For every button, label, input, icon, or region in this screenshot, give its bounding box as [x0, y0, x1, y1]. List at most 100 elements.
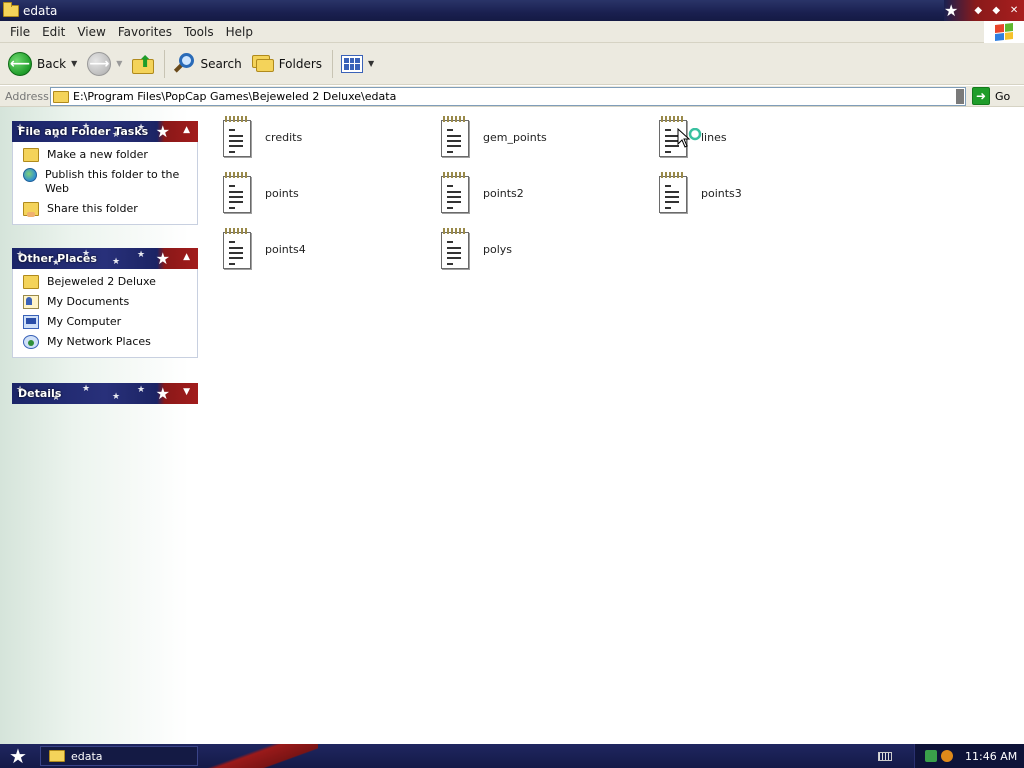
search-button[interactable]: Search [173, 48, 242, 80]
network-places-icon [23, 335, 39, 349]
file-name: points3 [701, 186, 742, 200]
place-bejeweled[interactable]: Bejeweled 2 Deluxe [23, 275, 189, 289]
forward-arrow-icon: ⟶ [87, 51, 112, 76]
close-button[interactable]: ✕ [1008, 5, 1020, 17]
views-dropdown-icon[interactable]: ▼ [368, 59, 374, 68]
forward-button[interactable]: ⟶ ▼ [87, 48, 122, 80]
address-dropdown-button[interactable] [956, 89, 964, 104]
menu-edit[interactable]: Edit [36, 25, 71, 39]
expand-chevron-icon[interactable]: ▼ [183, 387, 190, 397]
details-panel: ★ ★ ★ ★ ★ Details ★ ▼ [12, 383, 198, 404]
other-places-body: Bejeweled 2 Deluxe My Documents My Compu… [12, 269, 198, 358]
file-name: points2 [483, 186, 524, 200]
new-folder-icon [23, 148, 39, 162]
maximize-button[interactable]: ◆ [990, 5, 1002, 17]
star-icon: ★ [155, 384, 170, 403]
folder-icon [3, 1, 19, 17]
task-share-folder[interactable]: Share this folder [23, 202, 189, 217]
taskbar-window-label: edata [71, 749, 103, 763]
my-computer-icon [23, 315, 39, 329]
share-folder-icon [23, 202, 39, 217]
keyboard-icon[interactable] [878, 752, 892, 761]
menu-file[interactable]: File [4, 25, 36, 39]
file-name: credits [265, 130, 303, 144]
taskbar: ★ edata 11:46 AM [0, 744, 1024, 768]
views-icon [341, 54, 364, 73]
back-button[interactable]: ⟵ Back ▼ [8, 48, 77, 80]
task-make-new-folder[interactable]: Make a new folder [23, 148, 189, 162]
back-arrow-icon: ⟵ [8, 51, 32, 76]
collapse-chevron-icon[interactable]: ▲ [183, 125, 190, 135]
folders-button[interactable]: Folders [251, 48, 323, 80]
file-item-polys[interactable]: polys [428, 225, 638, 273]
menu-help[interactable]: Help [220, 25, 259, 39]
network-tray-icon[interactable] [925, 750, 937, 762]
file-name: polys [483, 242, 513, 256]
details-header[interactable]: ★ ★ ★ ★ ★ Details ★ ▼ [12, 383, 198, 404]
system-tray: 11:46 AM [914, 744, 1024, 768]
start-button[interactable]: ★ [0, 744, 36, 768]
taskbar-window-button[interactable]: edata [40, 746, 198, 766]
forward-dropdown-icon[interactable]: ▼ [116, 59, 122, 68]
minimize-button[interactable]: ◆ [972, 5, 984, 17]
notepad-file-icon [222, 115, 252, 159]
place-label: My Network Places [47, 335, 151, 348]
place-my-network[interactable]: My Network Places [23, 335, 189, 349]
task-label: Publish this folder to the Web [45, 168, 180, 195]
folders-icon [251, 54, 274, 73]
address-input[interactable]: E:\Program Files\PopCap Games\Bejeweled … [50, 87, 966, 106]
folder-icon [49, 750, 65, 762]
panel-title: Details [18, 387, 62, 400]
star-icon: ★ [155, 122, 170, 141]
folder-icon [23, 275, 39, 289]
folder-up-icon: ⬆ [132, 52, 155, 74]
other-places-header[interactable]: ★ ★ ★ ★ ★ Other Places ★ ▲ [12, 248, 198, 269]
file-item-points2[interactable]: points2 [428, 169, 638, 217]
file-name: lines [701, 130, 727, 144]
place-my-computer[interactable]: My Computer [23, 315, 189, 329]
file-name: gem_points [483, 130, 547, 144]
file-item-gem-points[interactable]: gem_points [428, 113, 638, 161]
menu-favorites[interactable]: Favorites [112, 25, 178, 39]
file-item-points[interactable]: points [210, 169, 420, 217]
clock[interactable]: 11:46 AM [965, 750, 1017, 763]
address-bar: Address E:\Program Files\PopCap Games\Be… [0, 86, 1024, 107]
up-button[interactable]: ⬆ [132, 48, 155, 80]
back-dropdown-icon[interactable]: ▼ [71, 59, 77, 68]
busy-cursor-icon [677, 128, 702, 148]
my-documents-icon [23, 295, 39, 309]
folders-label: Folders [278, 56, 323, 71]
notepad-file-icon [440, 171, 470, 215]
menu-view[interactable]: View [71, 25, 111, 39]
panel-title: Other Places [18, 252, 97, 265]
star-icon: ★ [943, 0, 959, 20]
file-folder-tasks-body: Make a new folder Publish this folder to… [12, 142, 198, 225]
notepad-file-icon [222, 171, 252, 215]
search-tray-icon[interactable] [941, 750, 953, 762]
address-label: Address [5, 89, 49, 103]
file-folder-tasks-header[interactable]: ★ ★ ★ ★ ★ File and Folder Tasks ★ ▲ [12, 121, 198, 142]
task-label: Make a new folder [47, 148, 148, 161]
collapse-chevron-icon[interactable]: ▲ [183, 252, 190, 262]
panel-title: File and Folder Tasks [18, 125, 149, 138]
file-item-points4[interactable]: points4 [210, 225, 420, 273]
file-item-credits[interactable]: credits [210, 113, 420, 161]
task-label: Share this folder [47, 202, 138, 215]
notepad-file-icon [222, 227, 252, 271]
title-bar[interactable]: edata ★ ◆ ◆ ✕ [0, 0, 1024, 21]
other-places-panel: ★ ★ ★ ★ ★ Other Places ★ ▲ Bejeweled 2 D… [12, 248, 198, 358]
window-controls: ★ ◆ ◆ ✕ [944, 0, 1024, 21]
place-my-documents[interactable]: My Documents [23, 295, 189, 309]
go-button[interactable]: ➜ Go [972, 87, 1010, 105]
menu-tools[interactable]: Tools [178, 25, 220, 39]
views-button[interactable]: ▼ [341, 48, 374, 80]
place-label: My Documents [47, 295, 130, 308]
notepad-file-icon [658, 171, 688, 215]
window-title: edata [23, 3, 58, 18]
folder-icon [53, 90, 69, 103]
place-label: Bejeweled 2 Deluxe [47, 275, 156, 288]
search-icon [173, 52, 195, 75]
file-item-points3[interactable]: points3 [646, 169, 856, 217]
task-publish-to-web[interactable]: Publish this folder to the Web [23, 168, 189, 196]
globe-icon [23, 168, 37, 182]
